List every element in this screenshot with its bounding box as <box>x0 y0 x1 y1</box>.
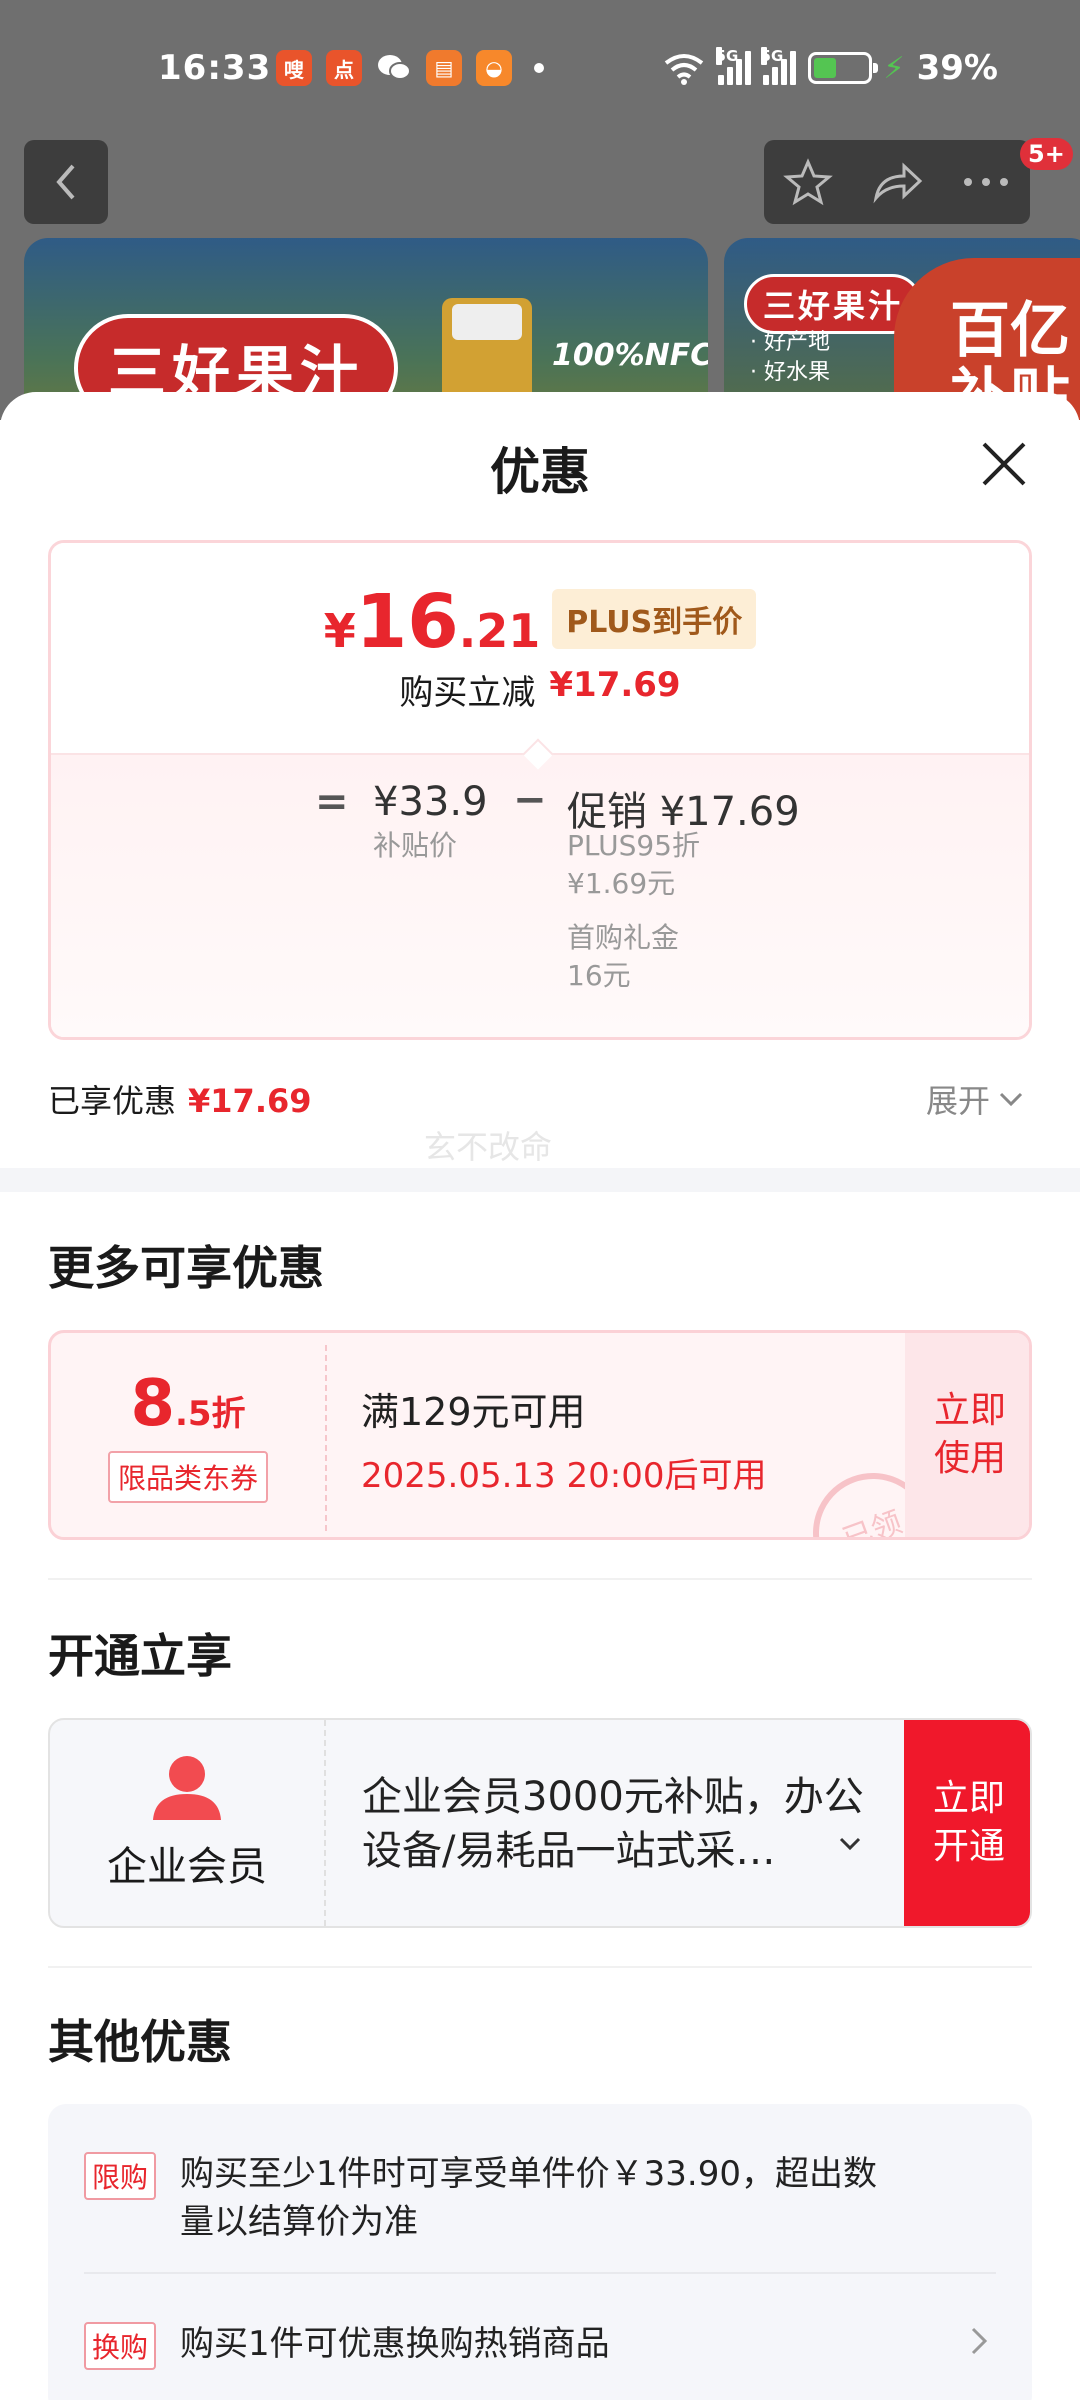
battery-icon <box>807 52 878 84</box>
banner2-features: · 好产地 · 好水果 <box>750 330 830 385</box>
minus-sign: − <box>513 777 547 823</box>
signal-5g-icon: 5G <box>715 47 751 85</box>
final-price-row: ¥ 16 .21 PLUS到手价 <box>51 585 1029 659</box>
equals-sign: = <box>315 779 349 825</box>
subsidy-price-label: 补贴价 <box>373 829 458 862</box>
enterprise-member-card[interactable]: 企业会员 企业会员3000元补贴，办公设备/易耗品一站式采… 立即 开通 <box>48 1718 1032 1928</box>
other-offers-title: 其他优惠 <box>48 2015 232 2069</box>
instant-reduction-row: 购买立减 ¥17.69 <box>399 665 681 713</box>
back-button[interactable] <box>24 140 108 224</box>
background-product-page: 16:33 嗖 点 ▤ ◒ 5G 5G ⚡ 39% 5+ 三好果汁 100%NF… <box>0 0 1080 420</box>
plus-price-tag: PLUS到手价 <box>552 589 757 649</box>
activate-title: 开通立享 <box>48 1629 232 1683</box>
promo-plus-discount-amount: ¥1.69元 <box>567 867 676 900</box>
final-price: ¥ 16 .21 <box>323 579 541 665</box>
wechat-icon <box>376 50 412 86</box>
purchase-limit-tag: 限购 <box>84 2152 157 2200</box>
reduction-amount: ¥17.69 <box>549 665 681 705</box>
more-offers-title: 更多可享优惠 <box>48 1241 324 1295</box>
use-coupon-button[interactable]: 立即 使用 <box>905 1333 1029 1537</box>
app-red-icon: 嗖 <box>276 50 312 86</box>
promo-plus-discount: PLUS95折 <box>567 829 700 862</box>
exchange-purchase-tag: 换购 <box>84 2322 157 2370</box>
other-offers-list: 限购 购买至少1件时可享受单件价￥33.90，超出数量以结算价为准 换购 购买1… <box>48 2104 1032 2400</box>
subsidy-price: ¥33.9 <box>373 779 488 825</box>
purchase-limit-text: 购买至少1件时可享受单件价￥33.90，超出数量以结算价为准 <box>180 2154 877 2242</box>
star-favorite-icon[interactable] <box>782 157 833 207</box>
member-label: 企业会员 <box>107 1844 267 1890</box>
charging-bolt-icon: ⚡ <box>883 50 905 86</box>
chevron-down-icon[interactable] <box>838 1836 862 1852</box>
wifi-icon <box>664 54 703 85</box>
status-app-icons: 嗖 点 ▤ ◒ <box>276 50 544 86</box>
status-time: 16:33 <box>158 48 272 88</box>
battery-percent: 39% <box>916 48 998 88</box>
banner-nfc-label: 100%NFC <box>552 338 708 373</box>
watermark-text: 玄不改命 <box>424 1128 553 1166</box>
signal-5g-icon-2: 5G <box>760 47 796 85</box>
enjoyed-discount: 已享优惠 ¥17.69 <box>48 1082 312 1120</box>
coupon-condition: 满129元可用 <box>361 1390 586 1434</box>
status-right: 5G 5G ⚡ 39% <box>662 47 998 88</box>
promo-first-gift-amount: 16元 <box>567 959 631 992</box>
close-icon[interactable] <box>976 436 1032 492</box>
exchange-purchase-text: 购买1件可优惠换购热销商品 <box>180 2324 610 2364</box>
more-notifications-dot-icon <box>534 63 544 73</box>
promo-first-gift: 首购礼金 <box>567 921 680 954</box>
share-icon[interactable] <box>870 160 924 204</box>
chevron-right-icon[interactable] <box>970 2326 988 2356</box>
offers-bottom-sheet: 优惠 ¥ 16 .21 PLUS到手价 购买立减 ¥17.69 = ¥33.9 … <box>0 392 1080 2400</box>
expand-button[interactable]: 展开 <box>926 1076 1024 1122</box>
chevron-left-icon <box>56 164 75 200</box>
coupon-discount: 8 .5折 <box>130 1367 246 1441</box>
coupon-valid-date: 2025.05.13 20:00后可用 <box>361 1456 767 1496</box>
coupon-card[interactable]: 8 .5折 限品类东券 满129元可用 2025.05.13 20:00后可用 … <box>48 1330 1032 1540</box>
status-bar: 16:33 嗖 点 ▤ ◒ 5G 5G ⚡ 39% <box>0 40 1080 110</box>
price-breakdown-card: ¥ 16 .21 PLUS到手价 购买立减 ¥17.69 = ¥33.9 补贴价… <box>48 540 1032 1040</box>
person-icon <box>153 1756 221 1820</box>
top-action-group <box>764 140 1030 224</box>
chevron-down-icon <box>999 1092 1023 1107</box>
message-count-badge: 5+ <box>1020 138 1073 170</box>
coupon-category-tag: 限品类东券 <box>107 1451 268 1503</box>
more-dots-icon[interactable] <box>961 175 1011 189</box>
app-book-icon: ▤ <box>426 50 462 86</box>
app-dianping-icon: 点 <box>326 50 362 86</box>
sheet-title: 优惠 <box>490 443 590 501</box>
activate-member-button[interactable]: 立即 开通 <box>904 1720 1030 1926</box>
app-taobao-icon: ◒ <box>476 50 512 86</box>
member-description: 企业会员3000元补贴，办公设备/易耗品一站式采… <box>362 1774 864 1874</box>
enjoyed-amount: ¥17.69 <box>188 1082 312 1120</box>
